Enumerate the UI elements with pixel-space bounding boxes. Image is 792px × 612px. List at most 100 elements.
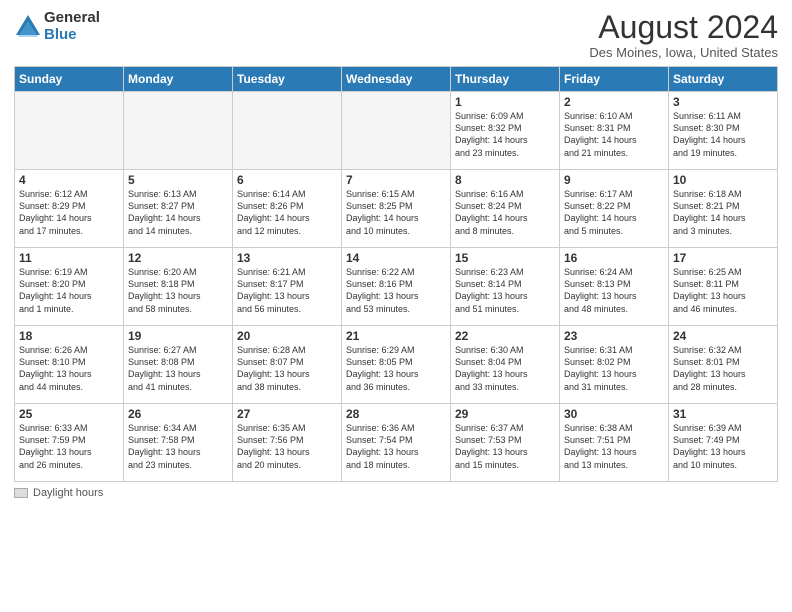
calendar-cell: 18Sunrise: 6:26 AM Sunset: 8:10 PM Dayli… (15, 326, 124, 404)
day-number: 18 (19, 329, 119, 343)
calendar-cell: 2Sunrise: 6:10 AM Sunset: 8:31 PM Daylig… (560, 92, 669, 170)
calendar-cell: 31Sunrise: 6:39 AM Sunset: 7:49 PM Dayli… (669, 404, 778, 482)
calendar-cell (124, 92, 233, 170)
calendar-cell: 26Sunrise: 6:34 AM Sunset: 7:58 PM Dayli… (124, 404, 233, 482)
day-number: 27 (237, 407, 337, 421)
calendar-cell: 27Sunrise: 6:35 AM Sunset: 7:56 PM Dayli… (233, 404, 342, 482)
day-info: Sunrise: 6:28 AM Sunset: 8:07 PM Dayligh… (237, 344, 337, 393)
calendar-week-3: 11Sunrise: 6:19 AM Sunset: 8:20 PM Dayli… (15, 248, 778, 326)
calendar-cell: 21Sunrise: 6:29 AM Sunset: 8:05 PM Dayli… (342, 326, 451, 404)
day-number: 3 (673, 95, 773, 109)
calendar-cell: 19Sunrise: 6:27 AM Sunset: 8:08 PM Dayli… (124, 326, 233, 404)
logo-text: General Blue (44, 10, 100, 43)
day-number: 13 (237, 251, 337, 265)
calendar-cell: 6Sunrise: 6:14 AM Sunset: 8:26 PM Daylig… (233, 170, 342, 248)
calendar-title: August 2024 (589, 10, 778, 45)
day-info: Sunrise: 6:26 AM Sunset: 8:10 PM Dayligh… (19, 344, 119, 393)
day-info: Sunrise: 6:12 AM Sunset: 8:29 PM Dayligh… (19, 188, 119, 237)
calendar-cell: 23Sunrise: 6:31 AM Sunset: 8:02 PM Dayli… (560, 326, 669, 404)
weekday-header-monday: Monday (124, 67, 233, 92)
calendar-table: SundayMondayTuesdayWednesdayThursdayFrid… (14, 66, 778, 482)
day-number: 30 (564, 407, 664, 421)
day-info: Sunrise: 6:14 AM Sunset: 8:26 PM Dayligh… (237, 188, 337, 237)
day-number: 26 (128, 407, 228, 421)
footer-label: Daylight hours (33, 487, 103, 499)
calendar-subtitle: Des Moines, Iowa, United States (589, 45, 778, 60)
footer: Daylight hours (14, 487, 778, 499)
logo-icon (14, 13, 42, 41)
calendar-week-1: 1Sunrise: 6:09 AM Sunset: 8:32 PM Daylig… (15, 92, 778, 170)
calendar-week-5: 25Sunrise: 6:33 AM Sunset: 7:59 PM Dayli… (15, 404, 778, 482)
day-number: 2 (564, 95, 664, 109)
day-number: 22 (455, 329, 555, 343)
logo: General Blue (14, 10, 100, 43)
day-number: 5 (128, 173, 228, 187)
weekday-header-thursday: Thursday (451, 67, 560, 92)
day-number: 16 (564, 251, 664, 265)
day-number: 6 (237, 173, 337, 187)
weekday-header-wednesday: Wednesday (342, 67, 451, 92)
day-info: Sunrise: 6:25 AM Sunset: 8:11 PM Dayligh… (673, 266, 773, 315)
weekday-header-row: SundayMondayTuesdayWednesdayThursdayFrid… (15, 67, 778, 92)
calendar-cell: 3Sunrise: 6:11 AM Sunset: 8:30 PM Daylig… (669, 92, 778, 170)
day-info: Sunrise: 6:35 AM Sunset: 7:56 PM Dayligh… (237, 422, 337, 471)
calendar-cell (15, 92, 124, 170)
day-number: 1 (455, 95, 555, 109)
calendar-cell: 16Sunrise: 6:24 AM Sunset: 8:13 PM Dayli… (560, 248, 669, 326)
day-info: Sunrise: 6:21 AM Sunset: 8:17 PM Dayligh… (237, 266, 337, 315)
day-info: Sunrise: 6:17 AM Sunset: 8:22 PM Dayligh… (564, 188, 664, 237)
day-info: Sunrise: 6:20 AM Sunset: 8:18 PM Dayligh… (128, 266, 228, 315)
day-number: 11 (19, 251, 119, 265)
calendar-cell: 17Sunrise: 6:25 AM Sunset: 8:11 PM Dayli… (669, 248, 778, 326)
day-info: Sunrise: 6:33 AM Sunset: 7:59 PM Dayligh… (19, 422, 119, 471)
day-number: 17 (673, 251, 773, 265)
day-number: 9 (564, 173, 664, 187)
calendar-cell: 7Sunrise: 6:15 AM Sunset: 8:25 PM Daylig… (342, 170, 451, 248)
logo-general: General (44, 10, 100, 27)
day-number: 12 (128, 251, 228, 265)
day-info: Sunrise: 6:19 AM Sunset: 8:20 PM Dayligh… (19, 266, 119, 315)
calendar-cell: 29Sunrise: 6:37 AM Sunset: 7:53 PM Dayli… (451, 404, 560, 482)
day-info: Sunrise: 6:39 AM Sunset: 7:49 PM Dayligh… (673, 422, 773, 471)
day-number: 8 (455, 173, 555, 187)
day-number: 25 (19, 407, 119, 421)
calendar-cell: 20Sunrise: 6:28 AM Sunset: 8:07 PM Dayli… (233, 326, 342, 404)
day-info: Sunrise: 6:15 AM Sunset: 8:25 PM Dayligh… (346, 188, 446, 237)
day-number: 15 (455, 251, 555, 265)
day-info: Sunrise: 6:11 AM Sunset: 8:30 PM Dayligh… (673, 110, 773, 159)
calendar-cell: 9Sunrise: 6:17 AM Sunset: 8:22 PM Daylig… (560, 170, 669, 248)
day-number: 31 (673, 407, 773, 421)
calendar-cell: 14Sunrise: 6:22 AM Sunset: 8:16 PM Dayli… (342, 248, 451, 326)
day-info: Sunrise: 6:34 AM Sunset: 7:58 PM Dayligh… (128, 422, 228, 471)
calendar-cell: 30Sunrise: 6:38 AM Sunset: 7:51 PM Dayli… (560, 404, 669, 482)
day-number: 23 (564, 329, 664, 343)
calendar-cell: 13Sunrise: 6:21 AM Sunset: 8:17 PM Dayli… (233, 248, 342, 326)
header: General Blue August 2024 Des Moines, Iow… (14, 10, 778, 60)
daylight-legend-box (14, 488, 28, 498)
calendar-cell: 5Sunrise: 6:13 AM Sunset: 8:27 PM Daylig… (124, 170, 233, 248)
day-info: Sunrise: 6:16 AM Sunset: 8:24 PM Dayligh… (455, 188, 555, 237)
day-info: Sunrise: 6:09 AM Sunset: 8:32 PM Dayligh… (455, 110, 555, 159)
calendar-cell (233, 92, 342, 170)
day-number: 28 (346, 407, 446, 421)
day-info: Sunrise: 6:24 AM Sunset: 8:13 PM Dayligh… (564, 266, 664, 315)
calendar-cell: 8Sunrise: 6:16 AM Sunset: 8:24 PM Daylig… (451, 170, 560, 248)
day-info: Sunrise: 6:37 AM Sunset: 7:53 PM Dayligh… (455, 422, 555, 471)
day-info: Sunrise: 6:29 AM Sunset: 8:05 PM Dayligh… (346, 344, 446, 393)
day-number: 7 (346, 173, 446, 187)
calendar-cell: 12Sunrise: 6:20 AM Sunset: 8:18 PM Dayli… (124, 248, 233, 326)
day-number: 10 (673, 173, 773, 187)
calendar-cell: 4Sunrise: 6:12 AM Sunset: 8:29 PM Daylig… (15, 170, 124, 248)
day-number: 21 (346, 329, 446, 343)
title-block: August 2024 Des Moines, Iowa, United Sta… (589, 10, 778, 60)
calendar-cell: 24Sunrise: 6:32 AM Sunset: 8:01 PM Dayli… (669, 326, 778, 404)
calendar-week-2: 4Sunrise: 6:12 AM Sunset: 8:29 PM Daylig… (15, 170, 778, 248)
day-info: Sunrise: 6:13 AM Sunset: 8:27 PM Dayligh… (128, 188, 228, 237)
weekday-header-saturday: Saturday (669, 67, 778, 92)
day-info: Sunrise: 6:38 AM Sunset: 7:51 PM Dayligh… (564, 422, 664, 471)
calendar-week-4: 18Sunrise: 6:26 AM Sunset: 8:10 PM Dayli… (15, 326, 778, 404)
day-number: 14 (346, 251, 446, 265)
day-info: Sunrise: 6:27 AM Sunset: 8:08 PM Dayligh… (128, 344, 228, 393)
calendar-cell (342, 92, 451, 170)
day-number: 4 (19, 173, 119, 187)
